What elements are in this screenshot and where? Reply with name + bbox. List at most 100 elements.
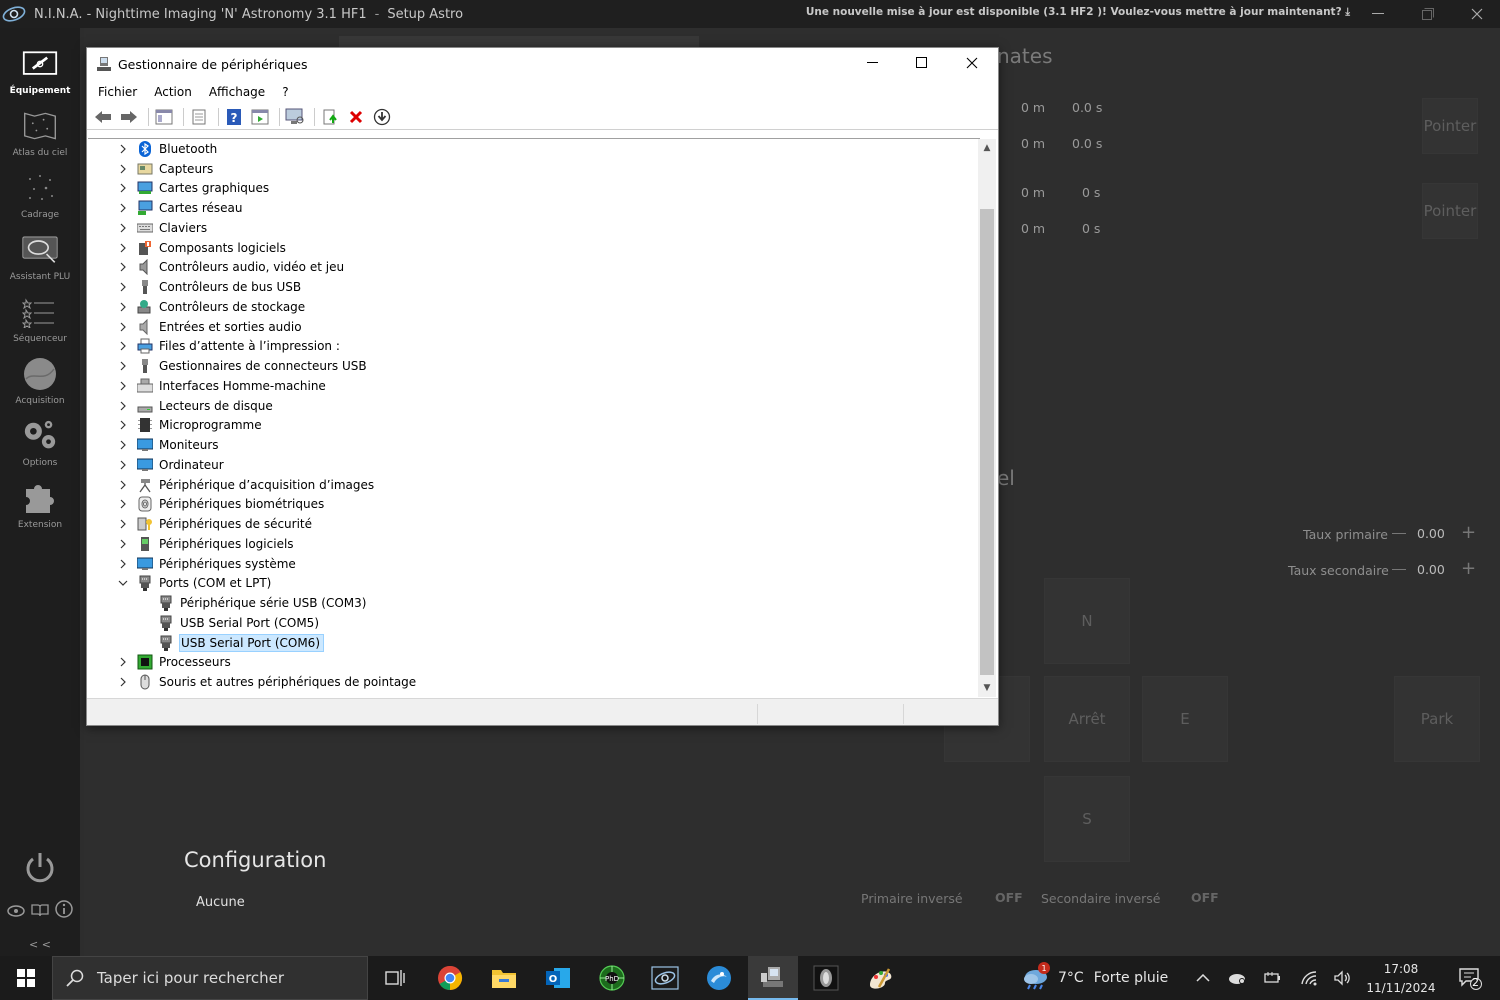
nav-north-button[interactable]: N	[1044, 578, 1130, 664]
sidebar-item-options[interactable]: Options	[0, 410, 80, 472]
chevron-right-icon[interactable]	[117, 301, 129, 313]
tree-device-peripherique-serie-usb-com3[interactable]: Périphérique série USB (COM3)	[88, 593, 980, 613]
nav-south-button[interactable]: S	[1044, 776, 1130, 862]
pointer-button-1[interactable]: Pointer	[1422, 98, 1478, 154]
device-manager-taskbar-icon[interactable]	[748, 956, 798, 1000]
chevron-right-icon[interactable]	[117, 479, 129, 491]
chevron-right-icon[interactable]	[117, 222, 129, 234]
chevron-right-icon[interactable]	[117, 242, 129, 254]
chevron-right-icon[interactable]	[117, 419, 129, 431]
help-icon[interactable]: ?	[223, 107, 245, 127]
sidebar-item-imaging[interactable]: Acquisition	[0, 348, 80, 410]
power-icon[interactable]	[0, 848, 80, 888]
tree-device-usb-serial-port-com6[interactable]: USB Serial Port (COM6)	[88, 633, 980, 653]
chevron-right-icon[interactable]	[117, 656, 129, 668]
menu-view[interactable]: Affichage	[209, 85, 265, 99]
chevron-right-icon[interactable]	[117, 163, 129, 175]
chevron-right-icon[interactable]	[117, 380, 129, 392]
secondary-rate-minus-icon[interactable]	[1392, 569, 1406, 570]
collapse-sidebar-button[interactable]: < <	[0, 934, 80, 954]
tree-category-souris-et-autres-peripheriques-de-pointage[interactable]: Souris et autres périphériques de pointa…	[88, 672, 980, 692]
menu-action[interactable]: Action	[154, 85, 192, 99]
chevron-right-icon[interactable]	[117, 261, 129, 273]
tree-scrollbar[interactable]: ▲ ▼	[978, 139, 996, 697]
system-clock[interactable]: 17:08 11/11/2024	[1360, 960, 1442, 998]
tree-category-peripheriques-de-securite[interactable]: Périphériques de sécurité	[88, 514, 980, 534]
tree-category-cartes-reseau[interactable]: Cartes réseau	[88, 198, 980, 218]
sidebar-item-flat-wizard[interactable]: Assistant PLU	[0, 224, 80, 286]
tree-category-gestionnaires-de-connecteurs-usb[interactable]: Gestionnaires de connecteurs USB	[88, 356, 980, 376]
tree-category-files-d-attente-a-l-impression[interactable]: Files d’attente à l’impression :	[88, 337, 980, 357]
nav-stop-button[interactable]: Arrêt	[1044, 676, 1130, 762]
show-hidden-icons-chevron-icon[interactable]	[1187, 956, 1219, 1000]
tree-category-controleurs-audio-video-et-jeu[interactable]: Contrôleurs audio, vidéo et jeu	[88, 258, 980, 278]
update-driver-icon[interactable]	[319, 107, 341, 127]
weather-widget[interactable]: 1 7°C Forte pluie	[1022, 956, 1168, 1000]
tree-category-controleurs-de-stockage[interactable]: Contrôleurs de stockage	[88, 297, 980, 317]
info-icon[interactable]	[55, 900, 73, 922]
secondary-rate-plus-icon[interactable]: +	[1461, 558, 1476, 579]
primary-inverted-toggle[interactable]: OFF	[995, 890, 1023, 905]
tree-category-entrees-et-sorties-audio[interactable]: Entrées et sorties audio	[88, 317, 980, 337]
back-arrow-icon[interactable]	[92, 107, 114, 127]
tree-category-capteurs[interactable]: Capteurs	[88, 159, 980, 179]
chevron-right-icon[interactable]	[117, 498, 129, 510]
chevron-right-icon[interactable]	[117, 558, 129, 570]
tree-category-peripherique-d-acquisition-d-images[interactable]: Périphérique d’acquisition d’images	[88, 475, 980, 495]
pointer-button-2[interactable]: Pointer	[1422, 183, 1478, 239]
wifi-icon[interactable]	[1293, 956, 1325, 1000]
book-icon[interactable]	[31, 902, 49, 921]
chevron-right-icon[interactable]	[117, 182, 129, 194]
stellarium-icon[interactable]	[801, 956, 851, 1000]
park-button[interactable]: Park	[1394, 676, 1480, 762]
close-button[interactable]	[1452, 0, 1500, 28]
scroll-down-icon[interactable]: ▼	[978, 679, 996, 697]
properties-icon[interactable]	[188, 107, 210, 127]
menu-file[interactable]: Fichier	[98, 85, 137, 99]
view-icon[interactable]	[249, 107, 271, 127]
sidebar-item-equipment[interactable]: Équipement	[0, 38, 80, 100]
chevron-down-icon[interactable]	[117, 577, 129, 589]
onedrive-cloud-icon[interactable]	[1221, 956, 1253, 1000]
primary-rate-minus-icon[interactable]	[1392, 533, 1406, 534]
nina-icon[interactable]	[640, 956, 690, 1000]
start-button[interactable]	[0, 956, 52, 1000]
chevron-right-icon[interactable]	[117, 143, 129, 155]
sidebar-item-plugins[interactable]: Extension	[0, 472, 80, 534]
menu-help[interactable]: ?	[282, 85, 288, 99]
tree-category-composants-logiciels[interactable]: Composants logiciels	[88, 238, 980, 258]
chevron-right-icon[interactable]	[117, 676, 129, 688]
configuration-value[interactable]: Aucune	[196, 895, 245, 910]
phd2-icon[interactable]: PhD	[587, 956, 637, 1000]
tree-category-processeurs[interactable]: Processeurs	[88, 653, 980, 673]
dm-close-button[interactable]	[948, 48, 996, 78]
eye-icon[interactable]	[7, 902, 25, 921]
uninstall-icon[interactable]	[345, 107, 367, 127]
outlook-icon[interactable]: O	[533, 956, 583, 1000]
show-hide-tree-icon[interactable]	[153, 107, 175, 127]
monitor-scan-icon[interactable]	[284, 107, 306, 127]
tree-category-peripheriques-biometriques[interactable]: Périphériques biométriques	[88, 495, 980, 515]
sidebar-item-framing[interactable]: Cadrage	[0, 162, 80, 224]
tree-category-microprogramme[interactable]: Microprogramme	[88, 416, 980, 436]
tree-category-peripheriques-logiciels[interactable]: Périphériques logiciels	[88, 534, 980, 554]
astap-icon[interactable]	[694, 956, 744, 1000]
dm-maximize-button[interactable]	[898, 48, 946, 78]
tree-category-ordinateur[interactable]: Ordinateur	[88, 455, 980, 475]
tree-category-ports-com-et-lpt[interactable]: Ports (COM et LPT)	[88, 574, 980, 594]
forward-arrow-icon[interactable]	[118, 107, 140, 127]
maximize-button[interactable]	[1403, 0, 1453, 28]
tree-category-controleurs-de-bus-usb[interactable]: Contrôleurs de bus USB	[88, 277, 980, 297]
secondary-inverted-toggle[interactable]: OFF	[1191, 890, 1219, 905]
chevron-right-icon[interactable]	[117, 459, 129, 471]
file-explorer-icon[interactable]	[479, 956, 529, 1000]
volume-icon[interactable]	[1327, 956, 1359, 1000]
primary-rate-value[interactable]: 0.00	[1417, 526, 1445, 541]
nav-east-button[interactable]: E	[1142, 676, 1228, 762]
chevron-right-icon[interactable]	[117, 340, 129, 352]
tree-category-claviers[interactable]: Claviers	[88, 218, 980, 238]
scroll-up-icon[interactable]: ▲	[978, 139, 996, 157]
tree-category-cartes-graphiques[interactable]: Cartes graphiques	[88, 179, 980, 199]
chevron-right-icon[interactable]	[117, 400, 129, 412]
tree-category-moniteurs[interactable]: Moniteurs	[88, 435, 980, 455]
